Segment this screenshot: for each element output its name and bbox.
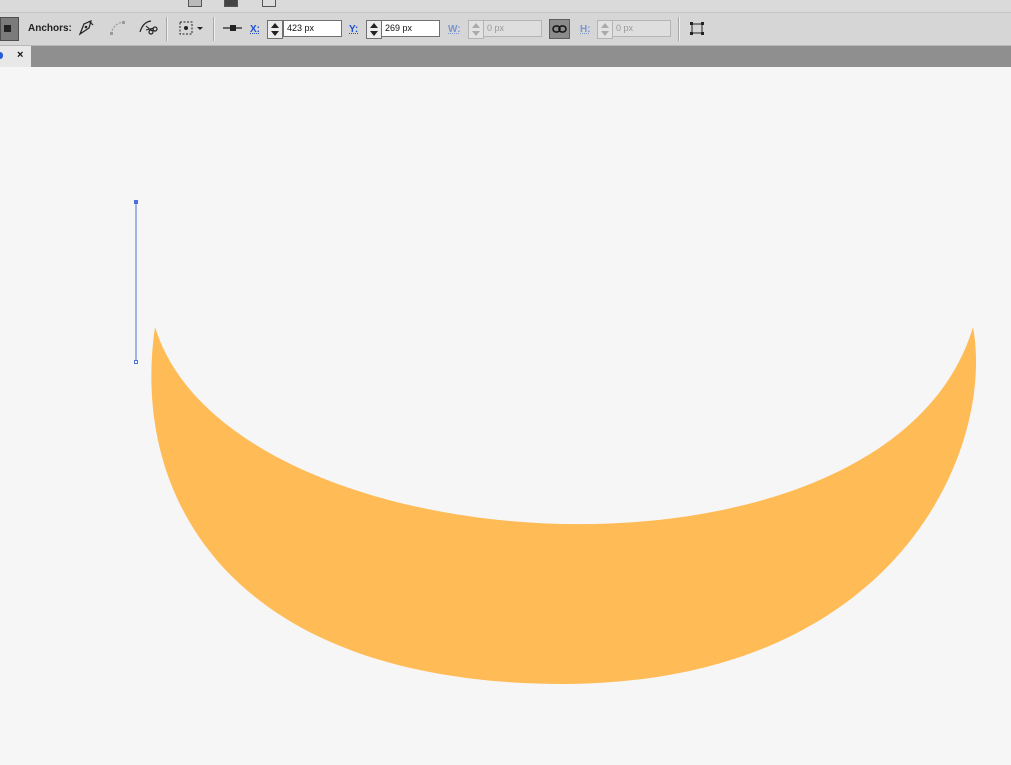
pen-icon[interactable] (75, 17, 97, 39)
link-icon[interactable] (549, 19, 570, 39)
control-bar: Anchors: X: 423 px Y: 269 px W: 0 px H: … (0, 13, 1011, 46)
transform-icon[interactable] (176, 17, 206, 39)
tab-close-icon[interactable]: × (17, 49, 23, 61)
bounding-box-icon[interactable] (686, 17, 708, 39)
document-tab[interactable]: × (0, 46, 31, 67)
x-stepper[interactable] (267, 20, 283, 39)
tab-indicator (0, 52, 3, 59)
w-stepper[interactable] (468, 20, 484, 39)
scissors-icon[interactable] (137, 17, 159, 39)
layout-icon[interactable] (262, 0, 276, 7)
separator (166, 17, 168, 41)
h-field[interactable]: 0 px (612, 20, 671, 37)
menu-bar (0, 0, 1011, 13)
anchor-point-tool-icon[interactable] (0, 17, 19, 41)
artboard-canvas[interactable] (0, 67, 1011, 765)
handles-icon[interactable] (107, 17, 129, 39)
y-stepper[interactable] (366, 20, 382, 39)
y-label: Y: (349, 24, 359, 35)
separator (213, 17, 215, 41)
document-tab-bar: × (0, 46, 1011, 68)
w-field[interactable]: 0 px (483, 20, 542, 37)
arrange-icon[interactable] (188, 0, 202, 7)
x-field[interactable]: 423 px (283, 20, 342, 37)
workspace-icon[interactable] (224, 0, 238, 7)
anchor-point[interactable] (134, 360, 138, 364)
anchor-point-selected[interactable] (134, 200, 138, 204)
h-stepper[interactable] (597, 20, 613, 39)
separator (678, 17, 680, 41)
anchors-label: Anchors: (28, 23, 72, 34)
x-label: X: (250, 24, 260, 35)
h-label: H: (580, 24, 591, 35)
crescent-shape[interactable] (151, 327, 977, 684)
y-field[interactable]: 269 px (381, 20, 440, 37)
w-label: W: (448, 24, 461, 35)
align-icon[interactable] (222, 17, 244, 39)
